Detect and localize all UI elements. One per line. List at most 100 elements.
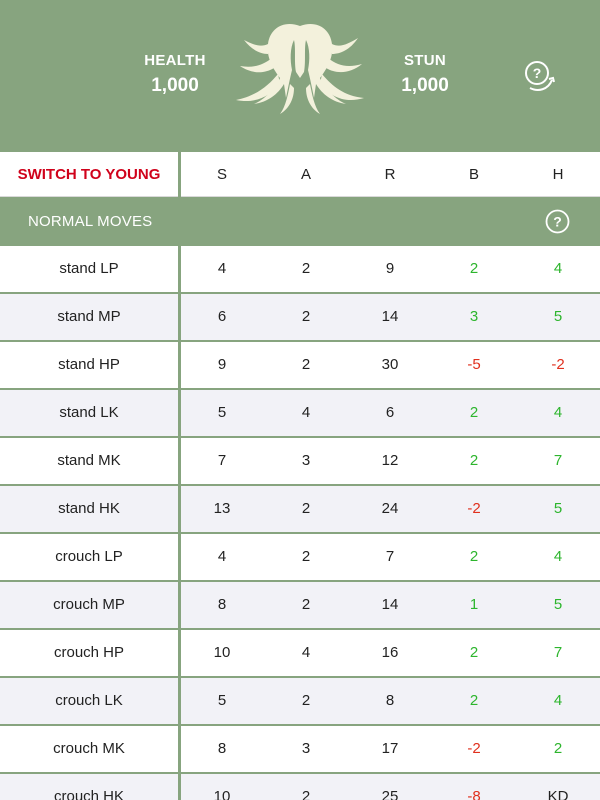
table-row[interactable]: crouch MP 8 2 14 1 5 — [0, 582, 600, 630]
normal-moves-section-header[interactable]: NORMAL MOVES ? — [0, 197, 600, 246]
column-header-r: R — [384, 166, 396, 183]
column-header-s: S — [216, 166, 227, 183]
move-name: stand MP — [57, 308, 121, 325]
move-a-value: 2 — [301, 308, 311, 325]
move-b-value: 1 — [469, 596, 479, 613]
table-row[interactable]: crouch MK 8 3 17 -2 2 — [0, 726, 600, 774]
move-a-value: 2 — [301, 596, 311, 613]
table-row[interactable]: stand LP 4 2 9 2 4 — [0, 246, 600, 294]
move-b-value: -2 — [467, 740, 481, 757]
move-s-value: 8 — [217, 740, 227, 757]
table-row[interactable]: stand LK 5 4 6 2 4 — [0, 390, 600, 438]
move-b-value: 2 — [469, 452, 479, 469]
move-a-value: 3 — [301, 452, 311, 469]
move-a-value: 2 — [301, 548, 311, 565]
character-header: HEALTH 1,000 STUN 1,000 ? — [0, 0, 600, 152]
move-s-value: 8 — [217, 596, 227, 613]
svg-text:?: ? — [533, 65, 542, 81]
move-h-value: -2 — [551, 356, 565, 373]
move-a-value: 3 — [301, 740, 311, 757]
move-a-value: 2 — [301, 260, 311, 277]
move-h-value: 4 — [553, 548, 563, 565]
move-name: crouch HP — [53, 644, 125, 661]
move-r-value: 12 — [381, 452, 399, 469]
table-row[interactable]: stand MK 7 3 12 2 7 — [0, 438, 600, 486]
table-row[interactable]: crouch HP 10 4 16 2 7 — [0, 630, 600, 678]
move-s-value: 10 — [213, 644, 231, 661]
move-b-value: 2 — [469, 260, 479, 277]
move-s-value: 4 — [217, 260, 227, 277]
move-s-value: 7 — [217, 452, 227, 469]
switch-to-young-button[interactable]: SWITCH TO YOUNG — [0, 152, 178, 197]
move-h-value: 7 — [553, 644, 563, 661]
move-b-value: 2 — [469, 644, 479, 661]
column-header-row: SWITCH TO YOUNG S A R B H — [0, 152, 600, 197]
move-a-value: 4 — [301, 404, 311, 421]
stun-value: 1,000 — [401, 75, 449, 96]
move-b-value: 3 — [469, 308, 479, 325]
move-r-value: 14 — [381, 596, 399, 613]
help-rotate-icon[interactable]: ? — [520, 58, 560, 94]
move-b-value: -5 — [467, 356, 481, 373]
health-stat: HEALTH 1,000 — [115, 52, 235, 97]
move-s-value: 13 — [213, 500, 231, 517]
character-silhouette-icon — [236, 24, 364, 114]
move-name: stand LP — [59, 260, 119, 277]
move-h-value: 7 — [553, 452, 563, 469]
move-name: crouch MK — [53, 740, 125, 757]
move-h-value: 2 — [553, 740, 563, 757]
table-row[interactable]: crouch HK 10 2 25 -8 KD — [0, 774, 600, 800]
move-b-value: 2 — [469, 404, 479, 421]
move-s-value: 10 — [213, 788, 231, 800]
move-a-value: 2 — [301, 500, 311, 517]
health-label: HEALTH — [144, 52, 206, 69]
move-r-value: 9 — [385, 260, 395, 277]
table-row[interactable]: crouch LP 4 2 7 2 4 — [0, 534, 600, 582]
move-b-value: -8 — [467, 788, 481, 800]
move-b-value: -2 — [467, 500, 481, 517]
move-r-value: 6 — [385, 404, 395, 421]
move-r-value: 17 — [381, 740, 399, 757]
stun-stat: STUN 1,000 — [365, 52, 485, 97]
move-r-value: 30 — [381, 356, 399, 373]
move-s-value: 4 — [217, 548, 227, 565]
move-name: stand LK — [59, 404, 119, 421]
svg-text:?: ? — [553, 214, 562, 230]
table-row[interactable]: stand HP 9 2 30 -5 -2 — [0, 342, 600, 390]
table-row[interactable]: stand MP 6 2 14 3 5 — [0, 294, 600, 342]
move-name: crouch LK — [55, 692, 123, 709]
health-value: 1,000 — [151, 75, 199, 96]
column-header-a: A — [300, 166, 311, 183]
move-name: crouch MP — [53, 596, 125, 613]
help-icon[interactable]: ? — [545, 209, 570, 234]
move-h-value: 5 — [553, 596, 563, 613]
move-name: stand HP — [58, 356, 120, 373]
move-s-value: 5 — [217, 692, 227, 709]
move-h-value: 4 — [553, 692, 563, 709]
column-header-b: B — [468, 166, 479, 183]
move-s-value: 9 — [217, 356, 227, 373]
move-r-value: 7 — [385, 548, 395, 565]
move-r-value: 16 — [381, 644, 399, 661]
move-s-value: 5 — [217, 404, 227, 421]
stun-label: STUN — [403, 52, 447, 69]
move-h-value: 4 — [553, 404, 563, 421]
move-h-value: 5 — [553, 308, 563, 325]
move-name: stand HK — [58, 500, 120, 517]
move-r-value: 14 — [381, 308, 399, 325]
move-r-value: 25 — [381, 788, 399, 800]
table-row[interactable]: stand HK 13 2 24 -2 5 — [0, 486, 600, 534]
move-r-value: 8 — [385, 692, 395, 709]
move-name: crouch HK — [53, 788, 125, 800]
move-a-value: 4 — [301, 644, 311, 661]
table-row[interactable]: crouch LK 5 2 8 2 4 — [0, 678, 600, 726]
move-h-value: KD — [547, 788, 569, 800]
moves-table: stand LP 4 2 9 2 4 stand MP 6 2 14 3 5 stand HP 9 2 30-… — [0, 246, 600, 800]
move-a-value: 2 — [301, 788, 311, 800]
move-b-value: 2 — [469, 692, 479, 709]
move-a-value: 2 — [301, 356, 311, 373]
move-h-value: 4 — [553, 260, 563, 277]
column-header-h: H — [552, 166, 564, 183]
move-r-value: 24 — [381, 500, 399, 517]
move-a-value: 2 — [301, 692, 311, 709]
